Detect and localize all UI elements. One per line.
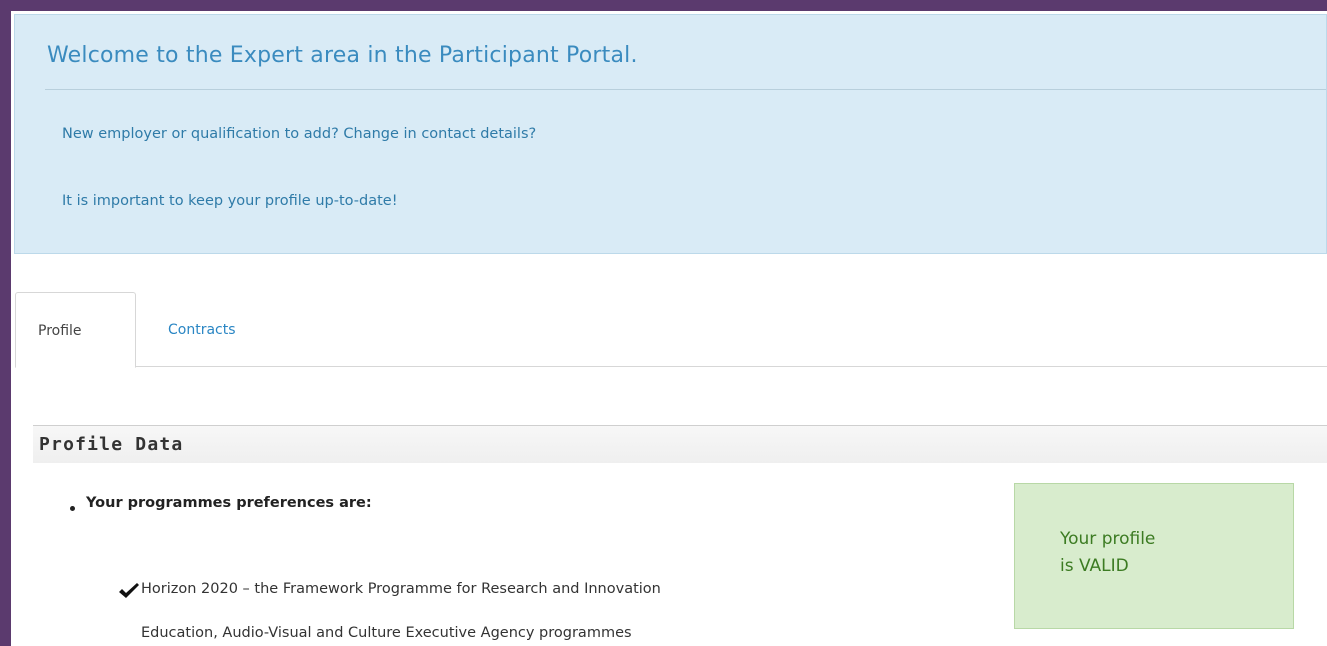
welcome-message-1: New employer or qualification to add? Ch… [62, 126, 537, 142]
tab-profile[interactable]: Profile [15, 292, 136, 368]
welcome-banner: Welcome to the Expert area in the Partic… [14, 14, 1327, 254]
tab-bar: Profile Contracts [15, 292, 1327, 368]
status-text-1: Your profile [1060, 529, 1156, 549]
section-header: Profile Data [33, 425, 1327, 463]
bullet-icon [70, 506, 75, 511]
tab-contracts[interactable]: Contracts [146, 292, 258, 368]
profile-status-box: Your profile is VALID [1014, 483, 1294, 629]
status-text-2: is VALID [1060, 556, 1129, 576]
welcome-message-2: It is important to keep your profile up-… [62, 193, 398, 209]
preferences-heading: Your programmes preferences are: [86, 495, 372, 511]
section-title: Profile Data [39, 434, 184, 455]
programme-item: Horizon 2020 – the Framework Programme f… [141, 581, 661, 597]
welcome-divider [45, 89, 1326, 90]
page-frame: Welcome to the Expert area in the Partic… [11, 11, 1327, 646]
welcome-title: Welcome to the Expert area in the Partic… [47, 43, 638, 68]
programme-item: Education, Audio-Visual and Culture Exec… [141, 625, 632, 641]
checkmark-icon [119, 583, 139, 598]
